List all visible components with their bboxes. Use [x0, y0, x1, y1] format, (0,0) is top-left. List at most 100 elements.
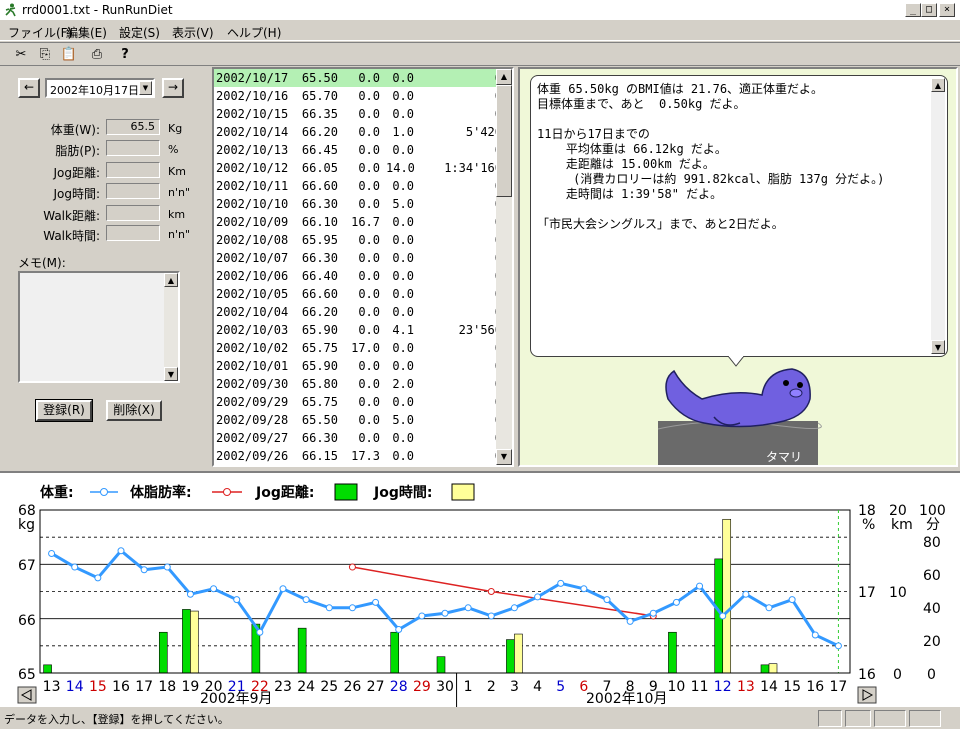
list-item[interactable]: 2002/09/3065.800.02.00 [214, 375, 504, 393]
status-message: データを入力し、【登録】を押してください。 [4, 713, 229, 726]
list-cell: 0.0 [358, 107, 380, 121]
print-icon[interactable]: ⎙ [87, 46, 107, 64]
point-weight [372, 598, 380, 606]
y-min-tick: 40 [923, 601, 941, 617]
status-bar: データを入力し、【登録】を押してください。 [0, 708, 960, 729]
list-item[interactable]: 2002/10/1066.300.05.00 [214, 195, 504, 213]
record-list-scrollbar[interactable]: ▲ ▼ [496, 69, 512, 465]
list-item[interactable]: 2002/10/1765.500.00.00 [214, 69, 504, 87]
paste-icon[interactable]: 📋 [59, 46, 79, 64]
scroll-up-icon[interactable]: ▲ [164, 273, 178, 287]
list-cell: 2002/10/04 [216, 305, 289, 319]
chart-area: 体重: 体脂肪率: Jog距離: Jog時間: 68 kg 67 66 65 1… [0, 471, 960, 707]
menu-view[interactable]: 表示(V) [172, 24, 214, 41]
list-item[interactable]: 2002/10/0666.400.00.00 [214, 267, 504, 285]
scroll-up-icon[interactable]: ▲ [931, 78, 945, 92]
scroll-thumb[interactable] [496, 85, 512, 197]
chevron-down-icon[interactable]: ▼ [139, 81, 152, 95]
memo-textarea[interactable]: ▲ ▼ [18, 271, 180, 383]
list-item[interactable]: 2002/10/0566.600.00.00 [214, 285, 504, 303]
copy-icon[interactable]: ⎘ [35, 46, 55, 64]
list-cell: 2002/10/02 [216, 341, 289, 355]
list-item[interactable]: 2002/10/1665.700.00.00 [214, 87, 504, 105]
memo-scrollbar[interactable]: ▲ ▼ [164, 273, 178, 381]
jog-distance-field[interactable] [106, 162, 160, 178]
list-item[interactable]: 2002/10/0265.7517.00.00 [214, 339, 504, 357]
walk-distance-field[interactable] [106, 205, 160, 221]
mascot-name: タマリ [766, 450, 802, 464]
list-cell: 66.30 [301, 251, 338, 265]
menu-file[interactable]: ファイル(F) [8, 24, 72, 41]
speech-bubble: 体重 65.50kg のBMI値は 21.76、適正体重だよ。 目標体重まで、あ… [530, 75, 948, 357]
message-scrollbar[interactable]: ▲ ▼ [931, 78, 945, 354]
list-cell: 65.75 [301, 341, 338, 355]
delete-button[interactable]: 削除(X) [106, 400, 162, 421]
plot-area: 13 14 15 16 17 18 19 20 21 22 23 24 25 26 27 28 29 30 1 2 3 4… [39, 509, 851, 707]
list-cell: 0.0 [358, 269, 380, 283]
list-cell: 0.0 [358, 125, 380, 139]
point-weight [441, 609, 449, 617]
scroll-down-icon[interactable]: ▼ [931, 340, 945, 354]
jog-distance-label: Jog距離: [53, 166, 100, 180]
list-cell: 65.90 [301, 359, 338, 373]
list-cell: 4.1 [392, 323, 414, 337]
walk-time-field[interactable] [106, 225, 160, 241]
scroll-down-icon[interactable]: ▼ [164, 367, 178, 381]
record-list[interactable]: 2002/10/1765.500.00.002002/10/1665.700.0… [212, 67, 514, 467]
cut-icon[interactable]: ✂ [11, 46, 31, 64]
list-item[interactable]: 2002/09/2865.500.05.00 [214, 411, 504, 429]
jog-time-field[interactable] [106, 183, 160, 199]
point-weight [672, 598, 680, 606]
scroll-down-icon[interactable]: ▼ [496, 449, 512, 465]
list-cell: 0.0 [392, 71, 414, 85]
message-panel: 体重 65.50kg のBMI値は 21.76、適正体重だよ。 目標体重まで、あ… [518, 67, 958, 467]
menu-help[interactable]: ヘルプ(H) [227, 24, 281, 41]
x-tick-label: 13 [737, 679, 755, 695]
list-item[interactable]: 2002/10/0865.950.00.00 [214, 231, 504, 249]
list-item[interactable]: 2002/10/1366.450.00.00 [214, 141, 504, 159]
x-tick-label: 25 [320, 679, 338, 695]
maximize-button[interactable]: □ [921, 3, 937, 17]
next-day-button[interactable]: → [162, 78, 184, 98]
list-item[interactable]: 2002/10/1166.600.00.00 [214, 177, 504, 195]
date-picker[interactable]: 2002年10月17日 ▼ [45, 78, 155, 98]
list-item[interactable]: 2002/10/0365.900.04.123'56"0 [214, 321, 504, 339]
list-cell: 0.0 [358, 359, 380, 373]
list-item[interactable]: 2002/09/2766.300.00.00 [214, 429, 504, 447]
y-min-tick: 60 [923, 568, 941, 584]
register-button[interactable]: 登録(R) [35, 399, 93, 422]
minimize-button[interactable]: _ [905, 3, 921, 17]
list-cell: 5.0 [392, 197, 414, 211]
list-item[interactable]: 2002/10/0466.200.00.00 [214, 303, 504, 321]
list-cell: 66.15 [301, 449, 338, 463]
bar-jog-distance [43, 664, 52, 674]
legend-jog-distance: Jog距離: [255, 484, 314, 501]
chart-next-frame[interactable] [857, 686, 877, 704]
y-fat-tick: 16 [858, 667, 876, 683]
chart-prev-button[interactable] [17, 686, 37, 704]
list-item[interactable]: 2002/10/0165.900.00.00 [214, 357, 504, 375]
fat-field[interactable] [106, 140, 160, 156]
chart-next-button[interactable] [857, 686, 877, 704]
bar-jog-distance [182, 609, 191, 674]
list-item[interactable]: 2002/10/1266.050.014.01:34'16"0 [214, 159, 504, 177]
prev-day-button[interactable]: ← [18, 78, 40, 98]
chart-prev-frame[interactable] [17, 686, 37, 704]
help-icon[interactable]: ? [115, 46, 135, 64]
menu-edit[interactable]: 編集(E) [66, 24, 107, 41]
point-weight [834, 642, 842, 650]
point-weight [510, 604, 518, 612]
list-item[interactable]: 2002/09/2965.750.00.00 [214, 393, 504, 411]
list-item[interactable]: 2002/10/0766.300.00.00 [214, 249, 504, 267]
close-button[interactable]: × [939, 3, 955, 17]
point-weight [696, 582, 704, 590]
menu-settings[interactable]: 設定(S) [119, 24, 160, 41]
weight-field[interactable]: 65.5 [106, 119, 160, 135]
scroll-up-icon[interactable]: ▲ [496, 69, 512, 85]
list-item[interactable]: 2002/09/2666.1517.30.00 [214, 447, 504, 465]
bar-jog-time [514, 633, 523, 674]
list-item[interactable]: 2002/10/1466.200.01.05'42"0 [214, 123, 504, 141]
list-item[interactable]: 2002/10/1566.350.00.00 [214, 105, 504, 123]
list-item[interactable]: 2002/10/0966.1016.70.00 [214, 213, 504, 231]
list-cell: 0.0 [358, 233, 380, 247]
